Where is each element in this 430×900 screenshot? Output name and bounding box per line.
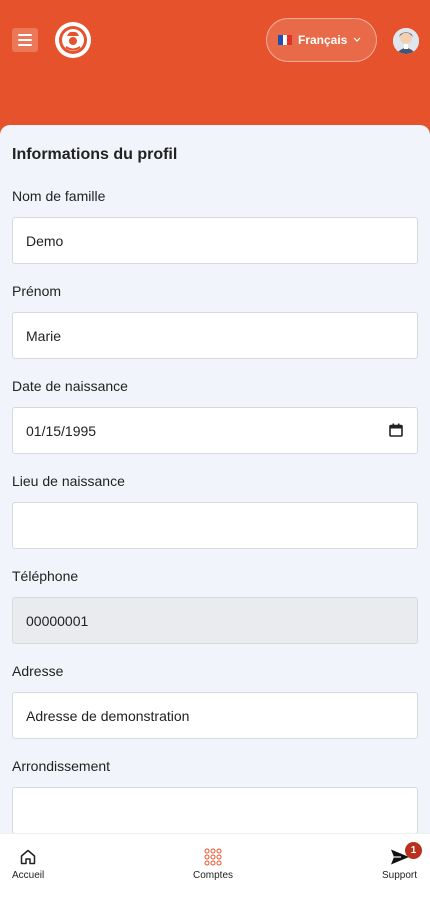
first-name-input[interactable]: Marie — [12, 312, 418, 359]
grid-dots-icon — [204, 848, 222, 866]
language-selector[interactable]: Français — [266, 18, 377, 62]
nav-support-label: Support — [382, 870, 418, 881]
birth-date-input[interactable]: 01/15/1995 — [12, 407, 418, 454]
fr-flag-icon — [278, 35, 293, 45]
nav-home[interactable]: Accueil — [12, 848, 44, 881]
district-input[interactable] — [12, 787, 418, 833]
birth-date-value: 01/15/1995 — [26, 422, 97, 439]
phone-input: 00000001 — [12, 597, 418, 644]
last-name-input[interactable]: Demo — [12, 217, 418, 264]
calendar-icon[interactable] — [389, 423, 403, 437]
birth-place-label: Lieu de naissance — [12, 473, 125, 489]
nav-accounts[interactable]: Comptes — [193, 848, 233, 881]
address-value: Adresse de demonstration — [26, 707, 190, 724]
nav-home-label: Accueil — [12, 870, 45, 881]
address-label: Adresse — [12, 663, 64, 679]
birth-place-input[interactable] — [12, 502, 418, 549]
birth-date-label: Date de naissance — [12, 378, 128, 394]
address-input[interactable]: Adresse de demonstration — [12, 692, 418, 739]
hamburger-menu-icon[interactable] — [12, 28, 38, 52]
nav-accounts-label: Comptes — [193, 870, 234, 881]
first-name-value: Marie — [26, 327, 62, 344]
profile-card: Informations du profil Nom de famille De… — [0, 125, 430, 833]
chef-logo-icon[interactable] — [55, 22, 91, 58]
last-name-value: Demo — [26, 232, 64, 249]
phone-label: Téléphone — [12, 568, 79, 584]
app-header: Français — [0, 0, 430, 126]
chevron-down-icon — [353, 37, 361, 42]
first-name-label: Prénom — [12, 283, 62, 299]
bottom-nav: Accueil Comptes Support 1 — [0, 833, 430, 900]
support-notification-badge: 1 — [405, 842, 422, 859]
phone-value: 00000001 — [26, 612, 89, 629]
language-label: Français — [298, 33, 348, 47]
profile-title: Informations du profil — [12, 146, 178, 163]
last-name-label: Nom de famille — [12, 188, 106, 204]
home-icon — [20, 849, 36, 865]
district-label: Arrondissement — [12, 758, 111, 774]
user-avatar-icon[interactable] — [393, 28, 419, 54]
